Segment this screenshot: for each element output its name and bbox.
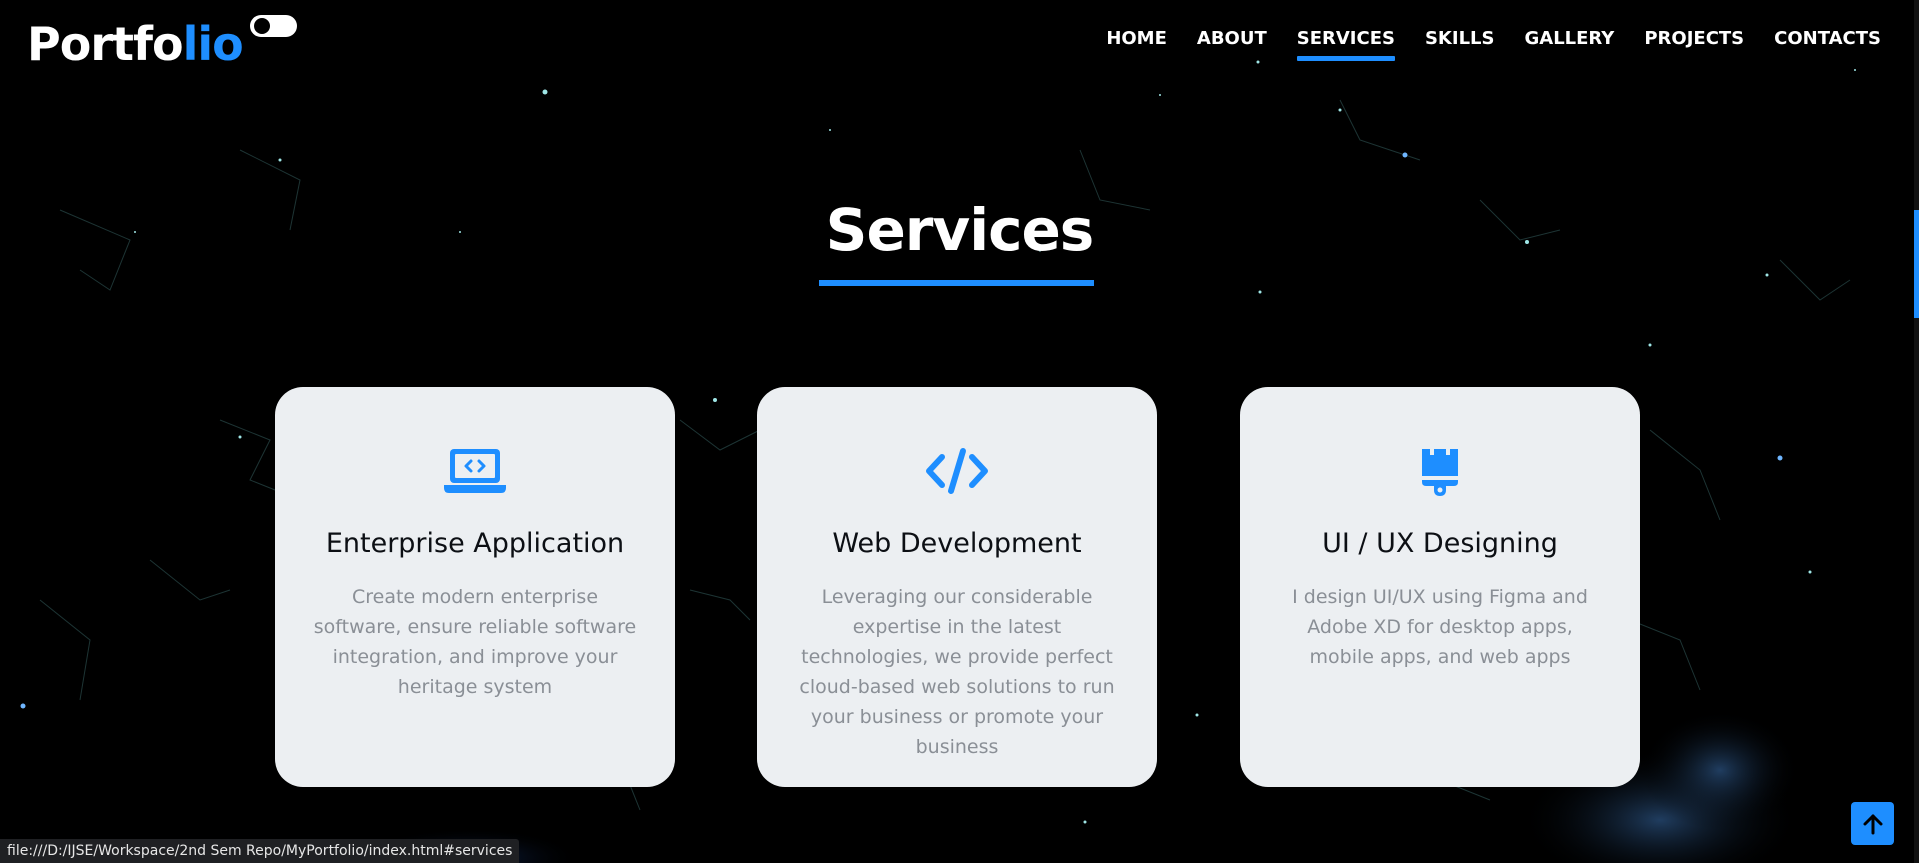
service-description: Leveraging our considerable expertise in… bbox=[799, 586, 1115, 758]
nav-about[interactable]: ABOUT bbox=[1197, 26, 1267, 52]
service-card-web: Web Development Leveraging our considera… bbox=[757, 387, 1157, 787]
back-to-top-button[interactable] bbox=[1851, 802, 1894, 845]
scrollbar-track[interactable] bbox=[1914, 0, 1919, 863]
service-title: Web Development bbox=[832, 528, 1082, 559]
paint-brush-icon bbox=[1240, 447, 1640, 497]
logo-text: Portfo bbox=[27, 17, 184, 71]
logo[interactable]: Portfolio bbox=[27, 17, 244, 71]
logo-accent-text: lio bbox=[182, 17, 244, 71]
service-description: I design UI/UX using Figma and Adobe XD … bbox=[1292, 586, 1588, 668]
service-card-uiux: UI / UX Designing I design UI/UX using F… bbox=[1240, 387, 1640, 787]
arrow-up-icon bbox=[1863, 814, 1882, 834]
laptop-code-icon bbox=[275, 447, 675, 495]
service-title: Enterprise Application bbox=[325, 528, 625, 559]
main-nav: HOME ABOUT SERVICES SKILLS GALLERY PROJE… bbox=[1076, 26, 1881, 61]
scrollbar-thumb[interactable] bbox=[1914, 210, 1919, 318]
title-underline bbox=[819, 280, 1094, 286]
service-title: UI / UX Designing bbox=[1322, 528, 1558, 559]
services-page: Portfolio HOME ABOUT SERVICES SKILLS GAL… bbox=[0, 0, 1919, 863]
nav-services[interactable]: SERVICES bbox=[1296, 26, 1396, 61]
toggle-knob bbox=[254, 18, 270, 34]
section-title: Services bbox=[825, 196, 1095, 264]
nav-skills[interactable]: SKILLS bbox=[1425, 26, 1495, 52]
service-description: Create modern enterprise software, ensur… bbox=[313, 586, 637, 698]
status-bar-url: file:///D:/IJSE/Workspace/2nd Sem Repo/M… bbox=[0, 839, 520, 863]
nav-projects[interactable]: PROJECTS bbox=[1644, 26, 1744, 52]
theme-toggle[interactable] bbox=[250, 15, 297, 37]
code-icon bbox=[757, 447, 1157, 495]
service-card-enterprise: Enterprise Application Create modern ent… bbox=[275, 387, 675, 787]
nav-gallery[interactable]: GALLERY bbox=[1524, 26, 1614, 52]
nav-home[interactable]: HOME bbox=[1106, 26, 1167, 52]
nav-contacts[interactable]: CONTACTS bbox=[1774, 26, 1881, 52]
